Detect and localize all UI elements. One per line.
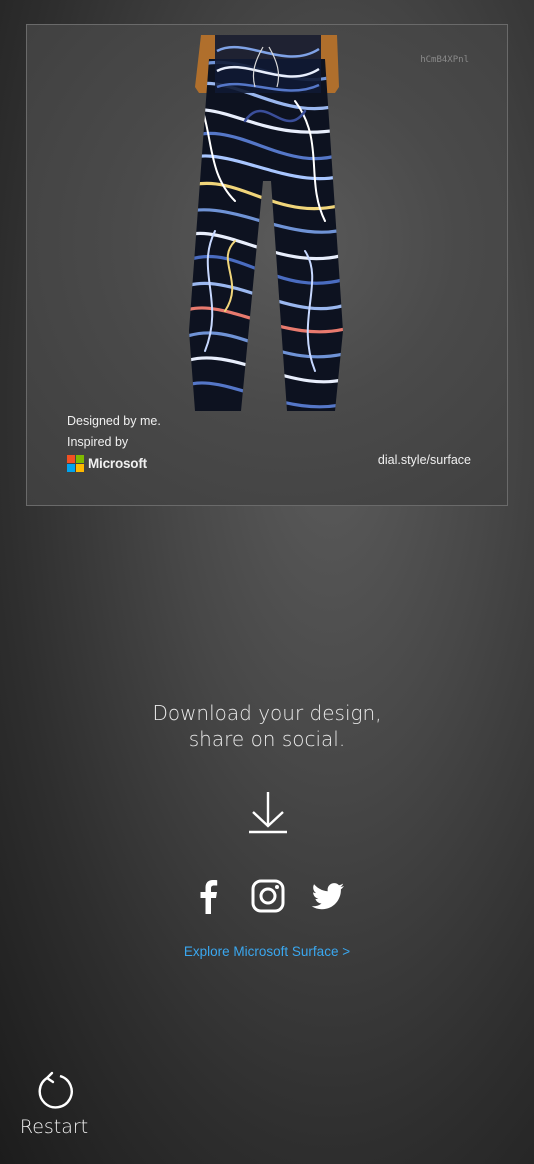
design-preview-card: hCmB4XPnl Designed by me. Inspired by Mi… <box>26 24 508 506</box>
headline-line-2: share on social. <box>188 727 346 751</box>
restart-label: Restart <box>19 1116 89 1138</box>
microsoft-brand-name: Microsoft <box>88 456 147 471</box>
microsoft-logo-icon <box>67 455 84 472</box>
credit-line-inspired: Inspired by <box>67 435 129 449</box>
design-url: dial.style/surface <box>377 453 471 467</box>
facebook-share-button[interactable] <box>188 876 228 916</box>
pants-design-image <box>189 35 343 411</box>
twitter-share-button[interactable] <box>308 876 348 916</box>
design-credit: Designed by me. Inspired by Microsoft <box>67 411 161 474</box>
microsoft-brand: Microsoft <box>67 453 161 474</box>
facebook-icon <box>200 880 218 914</box>
instagram-icon <box>251 879 285 913</box>
restart-button[interactable]: Restart <box>14 1070 94 1138</box>
explore-surface-link[interactable]: Explore Microsoft Surface > <box>0 944 534 959</box>
download-icon <box>249 792 287 834</box>
headline-line-1: Download your design, <box>152 701 382 725</box>
twitter-icon <box>311 883 344 910</box>
restart-icon <box>38 1071 73 1109</box>
credit-line-designed: Designed by me. <box>67 414 161 428</box>
instagram-share-button[interactable] <box>248 876 288 916</box>
design-code: hCmB4XPnl <box>420 55 469 65</box>
download-share-headline: Download your design, share on social. <box>0 700 534 752</box>
download-button[interactable] <box>245 788 291 836</box>
